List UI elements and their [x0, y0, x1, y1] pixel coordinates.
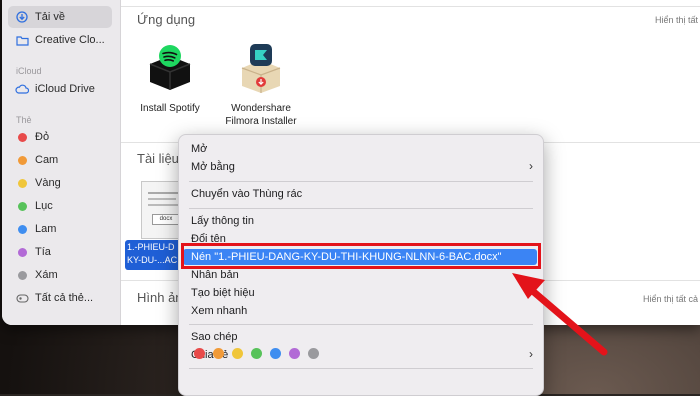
tag-dot-icon	[17, 155, 27, 165]
sidebar-item-label: Creative Clo...	[35, 34, 105, 46]
menu-item-make-alias[interactable]: Tạo biệt hiệu	[191, 285, 255, 301]
sidebar-tag-blue[interactable]: Lam	[8, 218, 112, 240]
sidebar-heading-tags: Thẻ	[16, 115, 32, 125]
tag-dot-icon	[17, 178, 27, 188]
menu-item-quick-look[interactable]: Xem nhanh	[191, 303, 247, 319]
app-label: Wondershare Filmora Installer	[221, 102, 301, 128]
menu-item-get-info[interactable]: Lấy thông tin	[191, 213, 254, 229]
sidebar-item-label: Tía	[35, 246, 51, 258]
sidebar-item-creative-cloud[interactable]: Creative Clo...	[8, 29, 112, 51]
menu-tag-red[interactable]	[194, 348, 205, 359]
doc-label-line1: 1.-PHIEU-D	[127, 242, 175, 252]
show-all-link[interactable]: Hiển thị tất cả	[643, 294, 698, 304]
sidebar-tag-green[interactable]: Lục	[8, 195, 112, 217]
section-title-documents: Tài liệu	[137, 151, 179, 166]
tag-dot-icon	[17, 270, 27, 280]
tags-icon	[15, 293, 29, 303]
sidebar-item-label: Tất cả thẻ...	[35, 292, 94, 304]
menu-separator	[189, 324, 533, 325]
menu-item-open-with[interactable]: Mở bằng	[191, 159, 235, 175]
app-label-line2: Filmora Installer	[225, 116, 297, 127]
menu-tag-orange[interactable]	[213, 348, 224, 359]
download-circle-icon	[15, 11, 29, 23]
sidebar-item-label: Xám	[35, 269, 58, 281]
sidebar-heading-icloud: iCloud	[16, 66, 42, 76]
menu-item-move-to-trash[interactable]: Chuyển vào Thùng rác	[191, 186, 302, 202]
app-label-line1: Wondershare	[231, 103, 291, 114]
sidebar-item-label: Tải về	[35, 11, 65, 23]
menu-tag-gray[interactable]	[308, 348, 319, 359]
sidebar-item-label: Lam	[35, 223, 57, 235]
menu-separator	[189, 181, 533, 182]
menu-tag-blue[interactable]	[270, 348, 281, 359]
sidebar-item-all-tags[interactable]: Tất cả thẻ...	[8, 287, 112, 309]
menu-tag-green[interactable]	[251, 348, 262, 359]
tag-dot-icon	[17, 201, 27, 211]
show-all-link[interactable]: Hiển thị tất	[655, 15, 698, 25]
sidebar-item-downloads[interactable]: Tải về	[8, 6, 112, 28]
menu-item-open[interactable]: Mở	[191, 141, 207, 157]
sidebar-tag-gray[interactable]: Xám	[8, 264, 112, 286]
sidebar-tag-yellow[interactable]: Vàng	[8, 172, 112, 194]
menu-item-copy[interactable]: Sao chép	[191, 329, 237, 345]
cloud-icon	[15, 84, 29, 94]
sidebar-item-label: Đỏ	[35, 131, 50, 143]
tag-dot-icon	[17, 224, 27, 234]
divider	[121, 6, 700, 7]
menu-tag-yellow[interactable]	[232, 348, 243, 359]
sidebar: Tải về Creative Clo... iCloud iCloud Dri…	[2, 0, 121, 325]
sidebar-item-label: Vàng	[35, 177, 61, 189]
annotation-highlight-box	[181, 243, 541, 269]
chevron-right-icon: ›	[529, 347, 533, 361]
tag-dot-icon	[17, 247, 27, 257]
menu-item-duplicate[interactable]: Nhân bản	[191, 267, 239, 283]
sidebar-item-icloud-drive[interactable]: iCloud Drive	[8, 78, 112, 100]
sidebar-item-label: Lục	[35, 200, 53, 212]
app-label: Install Spotify	[140, 103, 200, 114]
app-wondershare-filmora-installer[interactable]: Wondershare Filmora Installer	[221, 42, 301, 128]
chevron-right-icon: ›	[529, 159, 533, 173]
menu-tag-purple[interactable]	[289, 348, 300, 359]
menu-separator	[189, 368, 533, 369]
tag-dot-icon	[17, 132, 27, 142]
sidebar-tag-purple[interactable]: Tía	[8, 241, 112, 263]
doc-label-line2: KY-DU-...AC	[127, 255, 178, 265]
folder-icon	[15, 35, 29, 46]
menu-separator	[189, 208, 533, 209]
sidebar-tag-orange[interactable]: Cam	[8, 149, 112, 171]
section-title-apps: Ứng dụng	[137, 12, 196, 27]
filmora-box-icon	[241, 44, 281, 93]
section-title-images: Hình ản	[137, 290, 183, 305]
sidebar-tag-red[interactable]: Đỏ	[8, 126, 112, 148]
spotify-box-icon	[149, 45, 191, 90]
sidebar-item-label: Cam	[35, 154, 59, 166]
sidebar-item-label: iCloud Drive	[35, 83, 95, 95]
app-install-spotify[interactable]: Install Spotify	[137, 42, 203, 120]
